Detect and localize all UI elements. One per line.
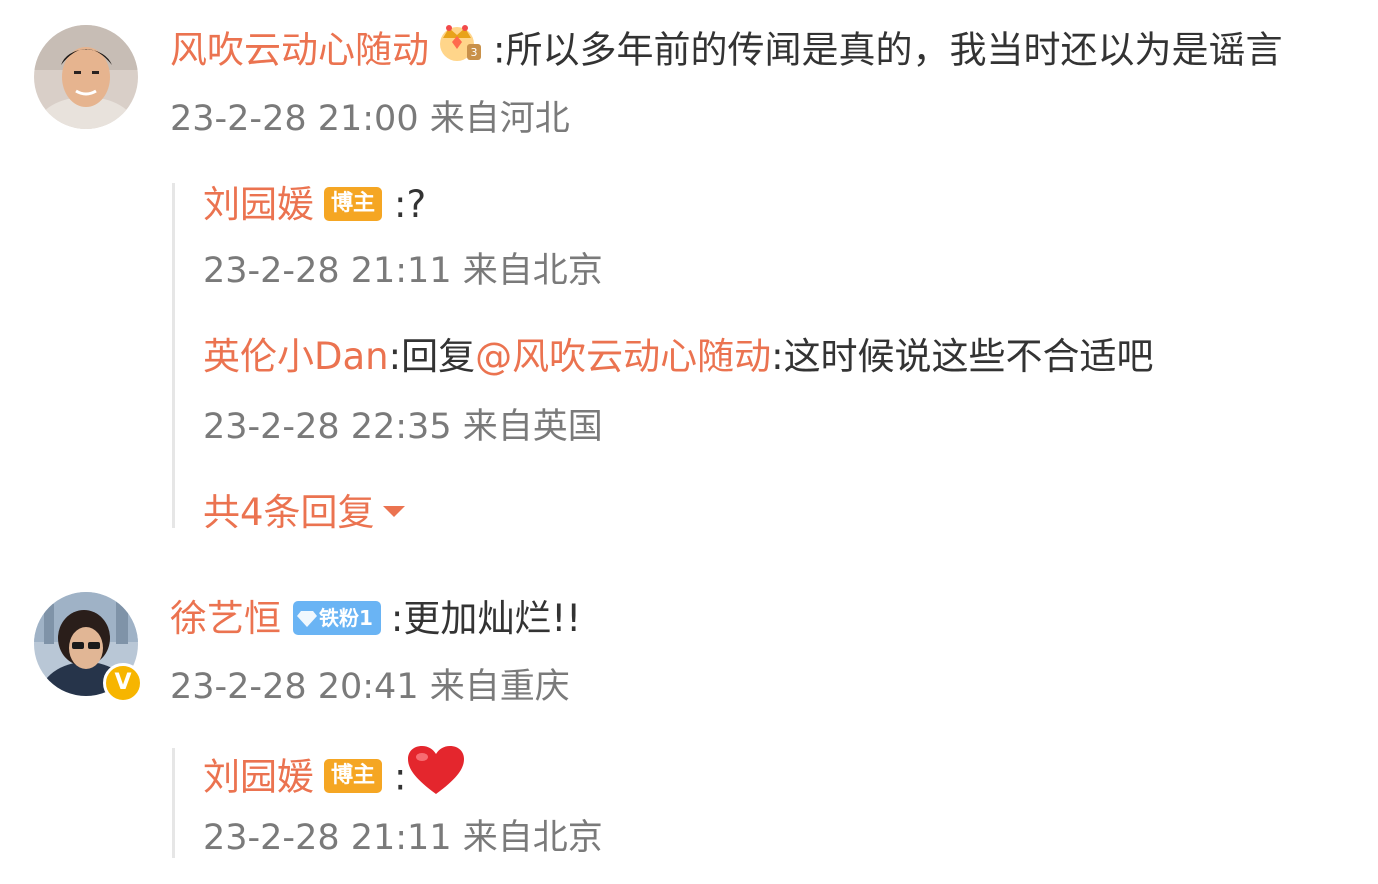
reply-line: 刘园媛 博主:? — [203, 183, 426, 227]
comment-item: V 徐艺恒 铁粉1:更加灿烂!! 23-2-28 20:41 来自重庆 刘园媛 博主… — [0, 580, 1378, 880]
reply-line: 刘园媛 博主: — [203, 746, 466, 810]
separator: : — [390, 597, 404, 640]
separator: : — [493, 28, 506, 72]
comment-text: 更加灿烂!! — [403, 597, 582, 640]
reply-line: 英伦小Dan:回复@风吹云动心随动:这时候说这些不合适吧 — [203, 335, 1154, 379]
blogger-badge: 博主 — [324, 759, 383, 793]
crown-icon[interactable]: 3 — [437, 22, 483, 74]
reply-list: 刘园媛 博主: 23-2-28 21:11 来自北京 — [172, 746, 1275, 858]
reply-author-name[interactable]: 刘园媛 — [203, 183, 314, 226]
comment-meta: 23-2-28 20:41 来自重庆 — [170, 667, 570, 707]
comment-text: 所以多年前的传闻是真的，我当时还以为是谣言 — [505, 28, 1283, 72]
reply-text: ? — [406, 183, 427, 226]
reply-prefix: 回复 — [401, 335, 476, 378]
comment-item: 风吹云动心随动 3:所以多年前的传闻是真的，我当时还以为是谣言 23-2-28 2… — [0, 0, 1378, 560]
separator: : — [388, 335, 402, 378]
author-name[interactable]: 风吹云动心随动 — [170, 29, 429, 72]
avatar[interactable] — [34, 25, 138, 129]
blogger-badge: 博主 — [324, 186, 383, 221]
separator: : — [771, 335, 784, 378]
comment-line: 风吹云动心随动 3:所以多年前的传闻是真的，我当时还以为是谣言 — [170, 25, 1283, 78]
separator: : — [394, 755, 407, 799]
reply-text: 这时候说这些不合适吧 — [783, 335, 1154, 378]
svg-text:3: 3 — [471, 46, 478, 59]
heart-icon — [406, 744, 466, 806]
reply-meta: 23-2-28 21:11 来自北京 — [203, 251, 603, 291]
verified-icon: V — [103, 663, 143, 703]
comment-meta: 23-2-28 21:00 来自河北 — [170, 99, 570, 139]
fan-badge-label: 铁粉1 — [319, 605, 373, 630]
reply-author-name[interactable]: 英伦小Dan — [203, 335, 389, 378]
diamond-icon — [297, 601, 317, 635]
author-name[interactable]: 徐艺恒 — [170, 597, 281, 640]
reply-meta: 23-2-28 22:35 来自英国 — [203, 407, 603, 447]
mention-link[interactable]: @风吹云动心随动 — [475, 335, 771, 378]
fan-badge[interactable]: 铁粉1 — [293, 600, 381, 635]
reply-author-name[interactable]: 刘园媛 — [203, 756, 314, 799]
separator: : — [394, 183, 407, 226]
comment-line: 徐艺恒 铁粉1:更加灿烂!! — [170, 597, 581, 641]
reply-meta: 23-2-28 21:11 来自北京 — [203, 818, 603, 858]
more-replies-label: 共4条回复 — [203, 491, 375, 534]
caret-down-icon — [382, 506, 405, 517]
reply-list: 刘园媛 博主:? 23-2-28 21:11 来自北京 英伦小Dan:回复@风吹云… — [172, 183, 1275, 534]
more-replies-button[interactable]: 共4条回复 — [203, 491, 405, 535]
